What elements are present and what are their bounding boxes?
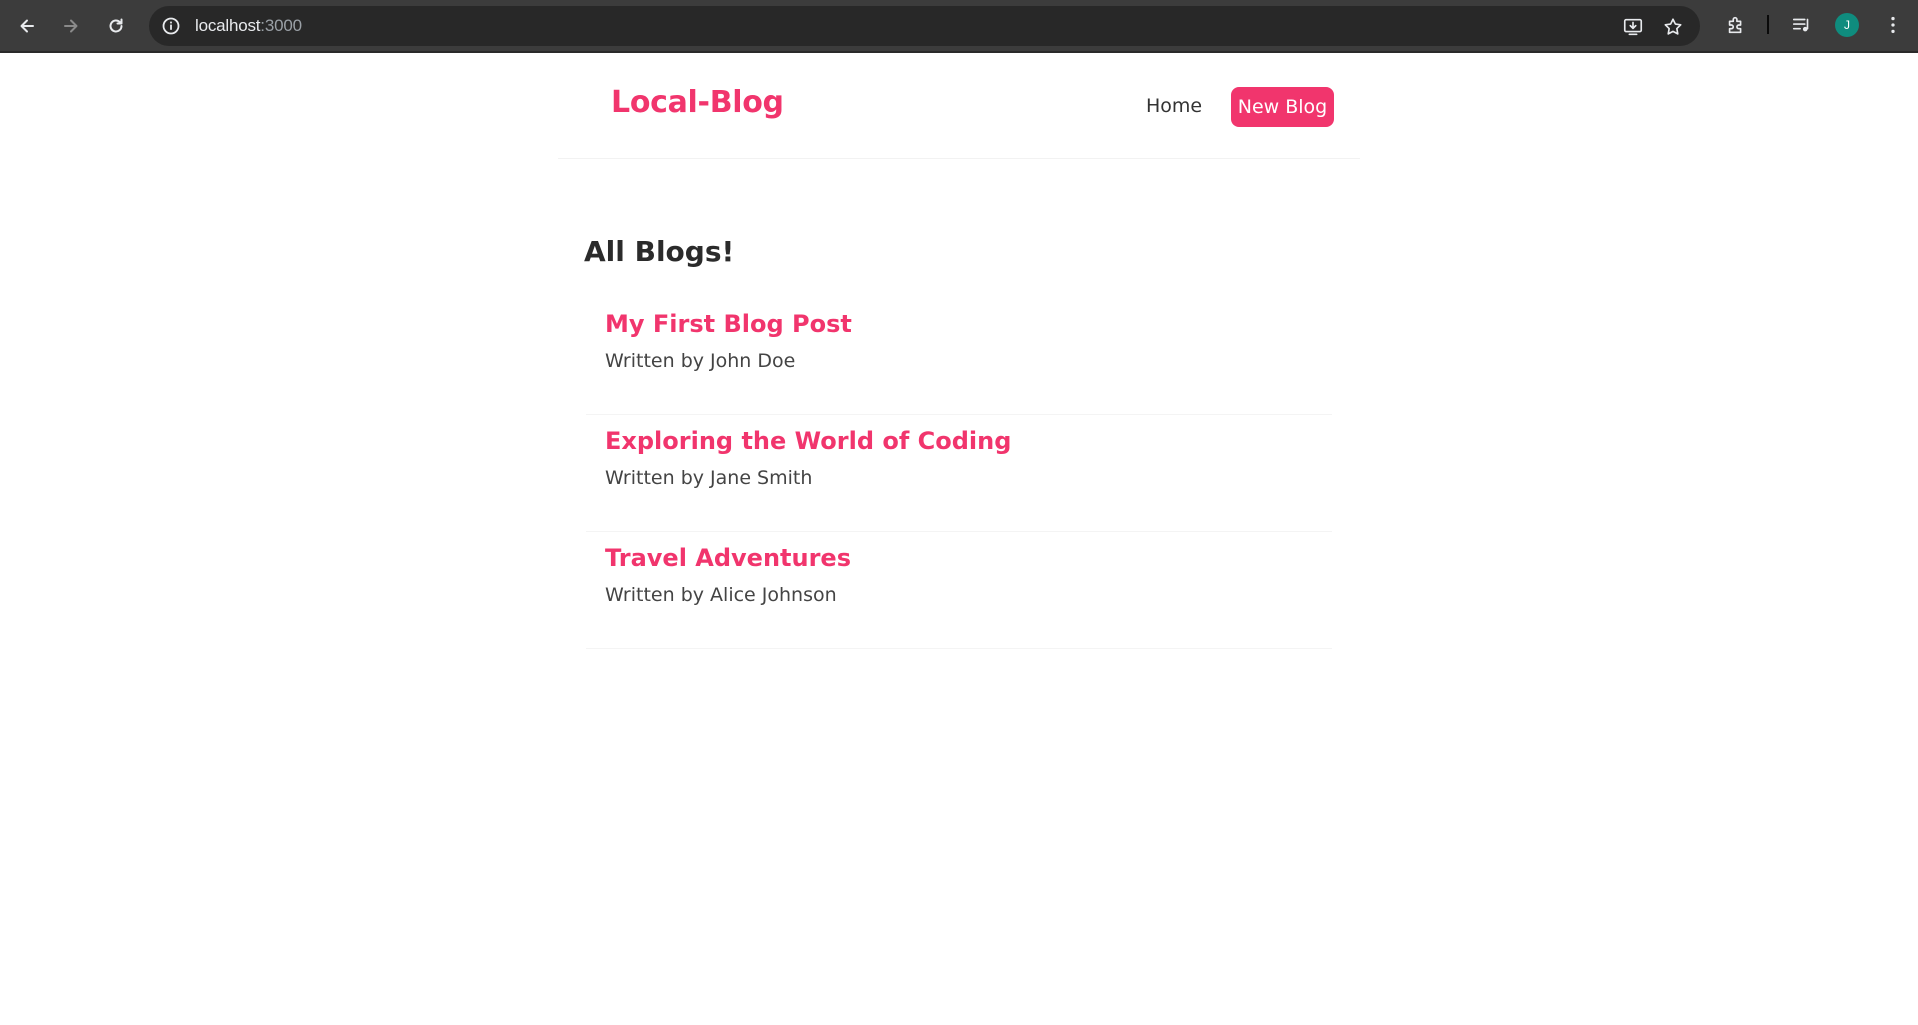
blog-title[interactable]: My First Blog Post [605, 310, 852, 338]
page-title: All Blogs! [584, 235, 735, 268]
nav-link-home[interactable]: Home [1146, 95, 1202, 117]
blog-byline: Written by Jane Smith [605, 467, 813, 489]
arrow-right-icon [64, 19, 78, 33]
blog-divider [586, 531, 1332, 532]
puzzle-icon [1728, 16, 1742, 34]
install-app-button[interactable] [1621, 15, 1645, 39]
site-navbar: Local-Blog Home New Blog [558, 55, 1360, 159]
blog-title[interactable]: Exploring the World of Coding [605, 427, 1011, 455]
url-port: :3000 [260, 16, 302, 35]
blog-divider [586, 648, 1332, 649]
arrow-left-icon [20, 19, 34, 33]
blog-list: My First Blog Post Written by John Doe E… [586, 300, 1332, 651]
page-viewport: Local-Blog Home New Blog All Blogs! My F… [0, 55, 1918, 1025]
site-info-button[interactable] [160, 15, 182, 37]
extensions-button[interactable] [1723, 12, 1749, 38]
star-icon [1664, 18, 1682, 35]
app-container: Local-Blog Home New Blog All Blogs! My F… [558, 55, 1360, 1025]
blog-byline: Written by Alice Johnson [605, 584, 837, 606]
url-text: localhost:3000 [195, 16, 302, 36]
site-brand: Local-Blog [611, 85, 784, 120]
reload-button[interactable] [100, 10, 132, 42]
kebab-menu-icon [1891, 16, 1895, 34]
toolbar-divider [1767, 15, 1769, 34]
blog-title[interactable]: Travel Adventures [605, 544, 851, 572]
address-bar[interactable]: localhost:3000 [149, 6, 1700, 46]
browser-menu-button[interactable] [1880, 12, 1906, 38]
profile-avatar[interactable]: J [1835, 13, 1859, 37]
new-blog-button[interactable]: New Blog [1231, 87, 1334, 127]
blog-preview[interactable]: My First Blog Post Written by John Doe [586, 300, 1332, 417]
url-host: localhost [195, 16, 261, 35]
back-button[interactable] [11, 10, 43, 42]
blog-preview[interactable]: Exploring the World of Coding Written by… [586, 417, 1332, 534]
blog-byline: Written by John Doe [605, 350, 796, 372]
bookmark-button[interactable] [1661, 15, 1685, 39]
media-queue-icon [1792, 18, 1809, 32]
blog-preview[interactable]: Travel Adventures Written by Alice Johns… [586, 534, 1332, 651]
info-icon [162, 17, 180, 35]
reload-icon [109, 18, 123, 33]
media-controls-button[interactable] [1789, 12, 1815, 38]
install-app-icon [1623, 18, 1643, 36]
browser-toolbar: localhost:3000 J [0, 0, 1918, 53]
blog-divider [586, 414, 1332, 415]
forward-button[interactable] [55, 10, 87, 42]
